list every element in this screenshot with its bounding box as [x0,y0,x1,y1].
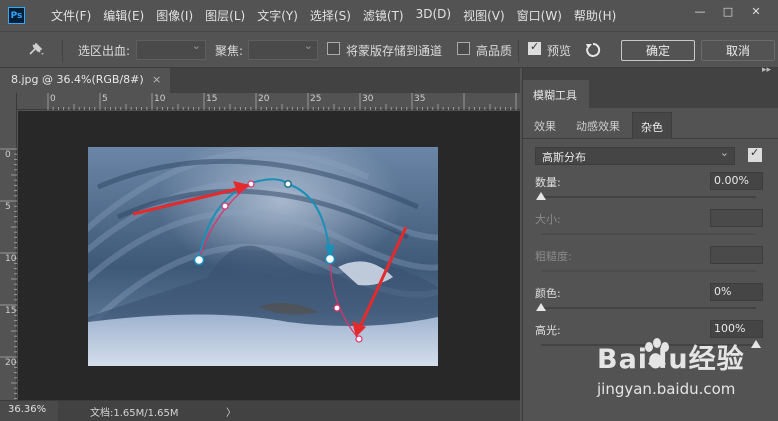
canvas-area[interactable] [18,111,520,400]
ruler-label: 0 [50,94,56,104]
noise-enable-checkbox[interactable] [748,146,762,162]
watermark-url: jingyan.baidu.com [597,380,736,398]
tab-motion-effects[interactable]: 动感效果 [569,112,627,139]
roughness-slider [541,270,756,272]
size-label: 大小: [535,213,561,226]
baidu-watermark: Baidu经验 jingyan.baidu.com [597,337,777,409]
vertical-ruler: 0 5 10 15 20 [0,93,17,400]
amount-slider[interactable] [536,192,756,200]
panel-tab-bar: 模糊工具 [523,80,778,108]
ruler-label: 0 [5,150,11,160]
focus-label: 聚焦: [215,44,244,58]
ruler-label: 25 [310,94,322,104]
panel-title-tab[interactable]: 模糊工具 [523,80,589,108]
document-tab-bar: 8.jpg @ 36.4%(RGB/8#) × [0,68,520,93]
size-slider [541,233,756,235]
ruler-label: 15 [206,94,218,104]
menu-select[interactable]: 选择(S) [310,7,351,24]
ruler-label: 5 [5,202,11,212]
ruler-label: 30 [362,94,374,104]
color-field[interactable]: 0% [710,283,763,301]
menu-3d[interactable]: 3D(D) [416,7,451,24]
selection-bleed-field[interactable] [136,39,206,60]
color-slider[interactable] [536,303,756,311]
high-quality-checkbox[interactable] [457,42,470,55]
document-image[interactable] [88,147,438,366]
ruler-label: 20 [258,94,270,104]
focus-field[interactable] [248,39,318,60]
color-label: 颜色: [535,287,561,300]
minimize-button[interactable]: — [686,4,714,18]
reset-icon[interactable] [583,40,603,63]
size-field [710,209,763,227]
amount-label: 数量: [535,176,561,189]
menu-type[interactable]: 文字(Y) [257,7,298,24]
menu-bar: Ps 文件(F) 编辑(E) 图像(I) 图层(L) 文字(Y) 选择(S) 滤… [0,0,778,31]
collapse-icon[interactable]: ▸▸ [762,65,771,75]
menu-view[interactable]: 视图(V) [463,7,505,24]
zoom-level[interactable]: 36.36% [0,401,58,421]
document-size: 文档:1.65M/1.65M [90,408,179,419]
horizontal-ruler: 0 5 10 15 20 25 30 35 [17,93,520,110]
amount-slider-handle[interactable] [536,192,546,200]
ruler-label: 35 [414,94,426,104]
document-tab[interactable]: 8.jpg @ 36.4%(RGB/8#) × [0,68,170,93]
roughness-label: 粗糙度: [535,250,572,263]
amount-field[interactable]: 0.00% [710,172,763,190]
ruler-label: 5 [102,94,108,104]
ruler-label: 10 [5,254,17,264]
menu-items: 文件(F) 编辑(E) 图像(I) 图层(L) 文字(Y) 选择(S) 滤镜(T… [51,7,628,24]
menu-filter[interactable]: 滤镜(T) [363,7,404,24]
selection-bleed-label: 选区出血: [78,44,131,58]
watermark-brand: Baidu经验 [597,344,745,375]
close-tab-icon[interactable]: × [152,73,161,86]
highlight-field[interactable]: 100% [710,320,763,338]
separator [62,40,63,62]
high-quality-label: 高品质 [476,44,513,58]
distribution-select[interactable]: 高斯分布 [535,146,735,165]
menu-layer[interactable]: 图层(L) [205,7,245,24]
sub-tabs: 效果 动感效果 杂色 [523,112,778,139]
window-controls: — □ ✕ [686,4,770,18]
roughness-field [710,246,763,264]
menu-window[interactable]: 窗口(W) [517,7,562,24]
panel-collapse-bar[interactable]: ▸▸ [523,65,778,80]
menu-file[interactable]: 文件(F) [51,7,91,24]
options-bar: 选区出血: 聚焦: 将蒙版存储到通道 高品质 预览 确定 取消 [0,31,778,68]
menu-image[interactable]: 图像(I) [156,7,193,24]
menu-help[interactable]: 帮助(H) [574,7,616,24]
close-button[interactable]: ✕ [742,4,770,18]
store-mask-checkbox[interactable] [327,42,340,55]
ok-button[interactable]: 确定 [621,40,695,61]
status-bar: 36.36% 文档:1.65M/1.65M 〉 [0,400,520,421]
pin-tool-icon[interactable] [24,39,46,64]
separator [518,40,519,62]
maximize-button[interactable]: □ [714,4,742,18]
preview-label: 预览 [547,44,572,58]
store-mask-label: 将蒙版存储到通道 [346,44,443,58]
ruler-label: 10 [154,94,166,104]
ruler-label: 20 [5,358,17,368]
document-tab-title: 8.jpg @ 36.4%(RGB/8#) [11,73,144,86]
menu-edit[interactable]: 编辑(E) [103,7,144,24]
photoshop-logo: Ps [8,7,25,24]
status-menu-arrow[interactable]: 〉 [226,404,236,419]
preview-checkbox[interactable] [528,40,541,55]
ruler-label: 15 [5,306,17,316]
tab-effects[interactable]: 效果 [527,112,563,139]
color-slider-handle[interactable] [536,303,546,311]
cancel-button[interactable]: 取消 [701,40,775,61]
tab-noise[interactable]: 杂色 [632,112,672,139]
highlight-label: 高光: [535,324,561,337]
